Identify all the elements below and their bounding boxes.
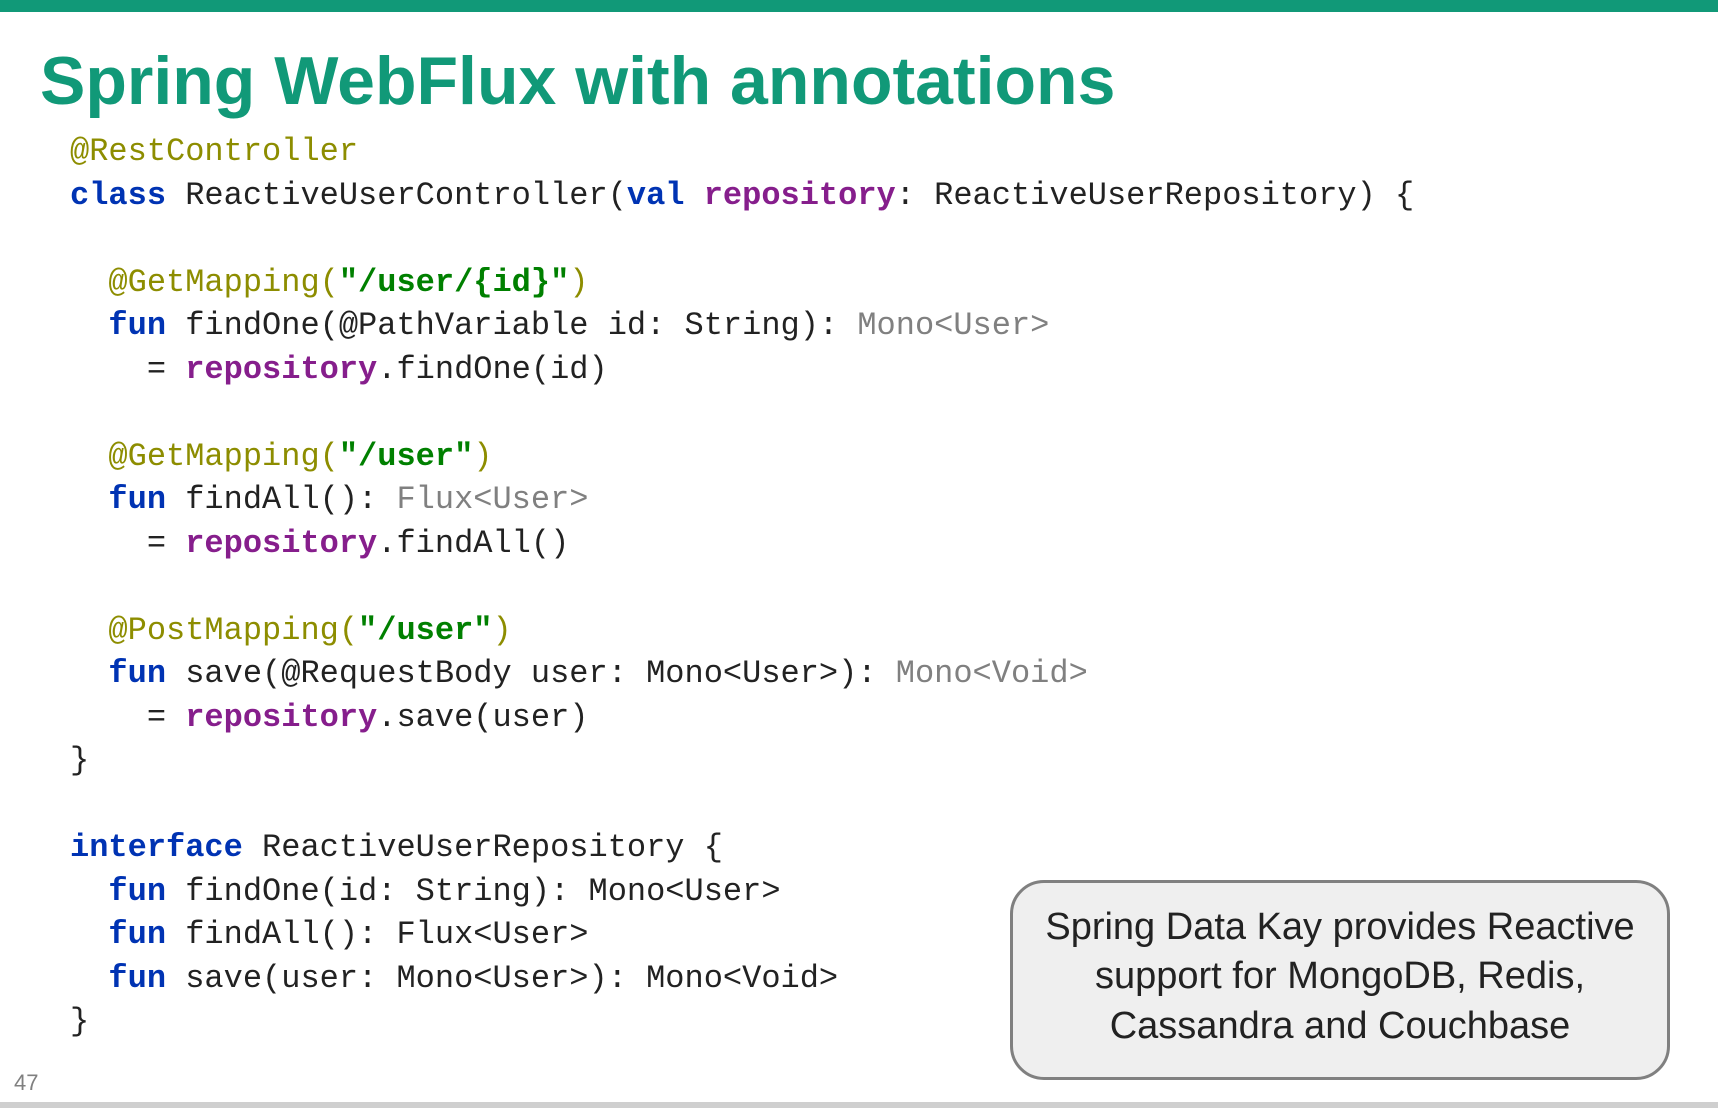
code-token: fun — [108, 481, 166, 518]
code-token: interface — [70, 829, 243, 866]
code-token: .save(user) — [377, 699, 588, 736]
slide-top-bar — [0, 0, 1718, 12]
code-token: "/user/{id}" — [339, 264, 569, 301]
code-token: = — [70, 525, 185, 562]
code-token — [70, 481, 108, 518]
callout-note: Spring Data Kay provides Reactive suppor… — [1010, 880, 1670, 1080]
code-token — [70, 655, 108, 692]
code-token: = — [70, 699, 185, 736]
code-token: fun — [108, 873, 166, 910]
code-token — [685, 177, 704, 214]
slide-bottom-border — [0, 1102, 1718, 1108]
code-token: ReactiveUserController( — [166, 177, 627, 214]
code-token — [70, 960, 108, 997]
code-token: findAll(): — [166, 481, 396, 518]
code-token: fun — [108, 916, 166, 953]
code-token: : ReactiveUserRepository) { — [896, 177, 1414, 214]
code-token: repository — [185, 351, 377, 388]
code-token: = — [70, 351, 185, 388]
code-token: "/user" — [339, 438, 473, 475]
code-token: repository — [185, 525, 377, 562]
code-token: findOne(@PathVariable id: String): — [166, 307, 857, 344]
code-token: @RestController — [70, 133, 358, 170]
code-token: findOne(id: String): Mono<User> — [166, 873, 781, 910]
code-token: fun — [108, 655, 166, 692]
code-token: repository — [185, 699, 377, 736]
slide-number: 47 — [14, 1070, 38, 1096]
code-token: .findAll() — [377, 525, 569, 562]
slide-title: Spring WebFlux with annotations — [40, 42, 1718, 120]
code-token: @GetMapping( — [70, 264, 339, 301]
code-token: ) — [569, 264, 588, 301]
code-token: Mono<Void> — [896, 655, 1088, 692]
code-token: val — [627, 177, 685, 214]
code-token: ) — [492, 612, 511, 649]
code-token: ReactiveUserRepository { — [243, 829, 723, 866]
code-token: fun — [108, 960, 166, 997]
code-token: @PostMapping( — [70, 612, 358, 649]
code-token: .findOne(id) — [377, 351, 607, 388]
code-token — [70, 916, 108, 953]
code-token: repository — [704, 177, 896, 214]
code-token: "/user" — [358, 612, 492, 649]
code-token — [70, 307, 108, 344]
code-token: save(user: Mono<User>): Mono<Void> — [166, 960, 838, 997]
code-token: } — [70, 1003, 89, 1040]
code-token: fun — [108, 307, 166, 344]
code-token — [70, 873, 108, 910]
code-token: Flux<User> — [396, 481, 588, 518]
code-token: } — [70, 742, 89, 779]
code-token: save(@RequestBody user: Mono<User>): — [166, 655, 896, 692]
code-token: ) — [473, 438, 492, 475]
code-token: @GetMapping( — [70, 438, 339, 475]
code-token: Mono<User> — [857, 307, 1049, 344]
code-token: findAll(): Flux<User> — [166, 916, 588, 953]
code-token: class — [70, 177, 166, 214]
